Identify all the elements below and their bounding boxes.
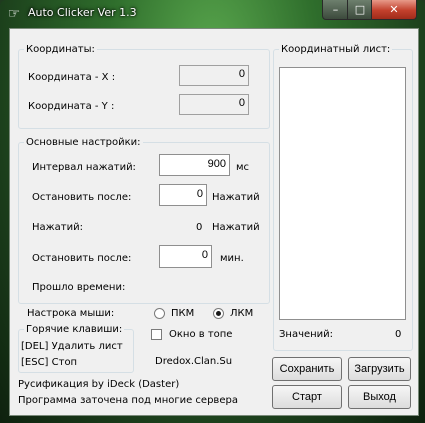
client-area: Координаты: Координата - X : 0 Координат… [9,28,419,416]
coordinates-group: Координаты: Координата - X : 0 Координат… [18,43,270,129]
minimize-icon: – [332,3,339,16]
start-button[interactable]: Старт [272,385,342,409]
clicks-label: Нажатий: [32,222,83,233]
interval-input[interactable]: 900 [159,154,230,176]
clicks-unit: Нажатий [212,222,260,233]
cursor-icon: ☞ [7,6,21,22]
stop-after-label: Остановить после: [32,192,132,203]
coord-list-group: Координатный лист: Значений: 0 [273,43,413,351]
hotkeys-group: Горячие клавиши: [DEL] Удалить лист [ESC… [18,323,134,373]
clicks-value: 0 [196,222,203,233]
topmost-checkbox[interactable] [151,329,162,340]
coord-x-label: Координата - X : [28,72,116,83]
maximize-icon: □ [354,3,366,16]
close-icon: ✕ [389,3,399,16]
elapsed-time-label: Прошло времени: [32,282,126,293]
minimize-button[interactable]: – [322,0,349,20]
interval-label: Интервал нажатий: [32,162,136,173]
stop-minutes-label: Остановить после: [32,253,132,264]
program-note: Программа заточена под многие сервера [18,395,238,406]
close-button[interactable]: ✕ [371,0,417,20]
localization-credit: Русификация by iDeck (Daster) [18,379,180,390]
settings-group: Основные настройки: Интервал нажатий: 90… [18,136,270,304]
coord-listbox[interactable] [279,67,406,320]
stop-minutes-input[interactable]: 0 [159,245,212,268]
window-title: Auto Clicker Ver 1.3 [28,6,137,19]
values-count-label: Значений: [279,329,334,340]
coord-x-field: 0 [179,65,249,86]
hotkey-esc: [ESC] Стоп [21,357,78,368]
site-label: Dredox.Clan.Su [155,356,233,367]
app-window: ☞ Auto Clicker Ver 1.3 – □ ✕ Координаты:… [0,0,425,423]
rmb-radio[interactable] [154,308,165,319]
stop-after-input[interactable]: 0 [159,184,207,206]
lmb-radio[interactable] [213,308,224,319]
title-bar[interactable]: ☞ Auto Clicker Ver 1.3 – □ ✕ [0,0,425,27]
rmb-label[interactable]: ПКМ [171,307,194,320]
coord-y-label: Координата - Y : [28,101,115,112]
interval-unit: мс [236,162,250,173]
settings-legend: Основные настройки: [24,136,143,149]
coord-list-legend: Координатный лист: [279,43,393,56]
lmb-label[interactable]: ЛКМ [230,307,253,320]
hotkeys-legend: Горячие клавиши: [24,323,125,336]
save-button[interactable]: Сохранить [272,357,342,381]
maximize-button[interactable]: □ [347,0,373,20]
coordinates-legend: Координаты: [24,43,97,56]
stop-minutes-unit: мин. [220,253,244,264]
mouse-settings-label: Настрока мыши: [27,308,115,319]
topmost-label[interactable]: Окно в топе [169,328,232,341]
exit-button[interactable]: Выход [348,385,411,409]
values-count: 0 [395,329,402,340]
load-button[interactable]: Загрузить [348,357,411,381]
stop-after-unit: Нажатий [212,192,260,203]
coord-y-field: 0 [179,94,249,115]
hotkey-del: [DEL] Удалить лист [21,341,123,352]
